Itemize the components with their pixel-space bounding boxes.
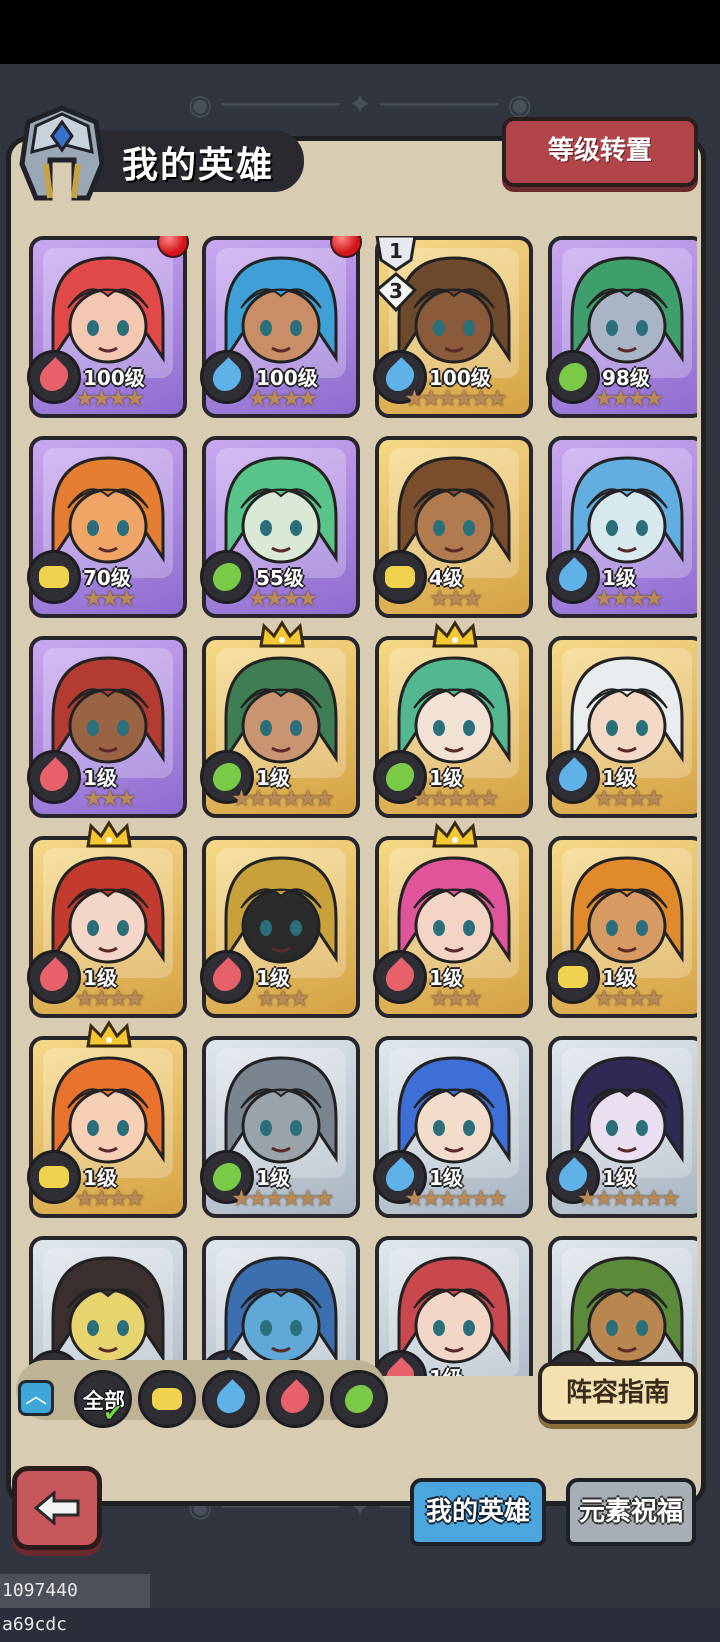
debug-overlay: 1097440 a69cdc bbox=[0, 1574, 150, 1635]
hero-card[interactable]: 1级 ★★★ bbox=[27, 636, 187, 818]
hero-stars: ★★★ bbox=[429, 586, 483, 612]
hero-card[interactable]: 1级 ★★★★ bbox=[27, 820, 187, 1018]
hero-stars: ★★★★ bbox=[247, 586, 318, 612]
hero-panel: 100级 ★★★★ 100级 ★★★★ 100级 ★★★★★★ 1 3 98级 ★★★★ 70级 ★★… bbox=[6, 136, 706, 1506]
hero-card[interactable]: 1级 ★★★ bbox=[200, 836, 360, 1018]
hero-stars: ★★★ bbox=[83, 786, 137, 812]
hero-card[interactable]: 1级 ★★★★ bbox=[546, 436, 697, 618]
hero-card[interactable]: 1级 ★★★★★★ bbox=[546, 1036, 697, 1218]
hero-stars: ★★★ bbox=[429, 986, 483, 1012]
hero-card[interactable]: 1级 ★★★ bbox=[373, 820, 533, 1018]
hero-card[interactable]: 1级 ★★★★★★ bbox=[200, 1036, 360, 1218]
crown-icon bbox=[431, 820, 479, 850]
hero-card[interactable]: 1级 bbox=[27, 1236, 187, 1376]
tab-element-blessing[interactable]: 元素祝福 bbox=[566, 1478, 696, 1546]
hero-card[interactable]: 1级 ★★★★ bbox=[546, 636, 697, 818]
filter-all-button[interactable]: 全部 ✔ bbox=[74, 1370, 132, 1428]
hero-stars: ★★★★★★ bbox=[404, 386, 508, 412]
hero-grid: 100级 ★★★★ 100级 ★★★★ 100级 ★★★★★★ 1 3 98级 ★★★★ 70级 ★★… bbox=[25, 236, 697, 1376]
collapse-filter-button[interactable]: ︿ bbox=[18, 1380, 54, 1416]
panel-title: 我的英雄 bbox=[16, 104, 306, 204]
hero-stars: ★★★★★★ bbox=[231, 1186, 335, 1212]
hero-stars: ★★★★★★ bbox=[231, 786, 335, 812]
hero-card[interactable]: 70级 ★★★ bbox=[27, 436, 187, 618]
hero-card[interactable]: 100级 ★★★★ bbox=[27, 236, 189, 418]
hero-stars: ★★★★★★ bbox=[404, 1186, 508, 1212]
hero-card[interactable]: 1级 ★★★★ bbox=[27, 1020, 187, 1218]
hero-card[interactable]: 1级 ★★★★ bbox=[546, 836, 697, 1018]
lineup-guide-button[interactable]: 阵容指南 bbox=[538, 1362, 698, 1424]
hero-stars: ★★★ bbox=[256, 986, 310, 1012]
hero-stars: ★★★★ bbox=[593, 786, 664, 812]
hero-stars: ★★★★ bbox=[593, 586, 664, 612]
back-arrow-icon bbox=[34, 1491, 80, 1525]
hero-card[interactable]: 4级 ★★★ bbox=[373, 436, 533, 618]
hero-card[interactable]: 100级 ★★★★★★ 1 3 bbox=[373, 236, 533, 418]
hero-card[interactable]: 1级 ★★★★★★ bbox=[200, 620, 360, 818]
checkmark-icon: ✔ bbox=[103, 1399, 124, 1427]
hero-stars: ★★★★ bbox=[593, 386, 664, 412]
hero-level-bar: 1级 bbox=[387, 1362, 527, 1376]
hero-card[interactable]: 1级 ★★★★★★ bbox=[373, 1036, 533, 1218]
hero-card[interactable]: 1级 bbox=[200, 1236, 360, 1376]
hero-stars: ★★★★★ bbox=[412, 786, 499, 812]
crown-icon bbox=[85, 820, 133, 850]
level-transfer-button[interactable]: 等级转置 bbox=[502, 117, 698, 187]
rank-badge-bottom: 3 bbox=[389, 279, 403, 303]
hero-grid-viewport[interactable]: 100级 ★★★★ 100级 ★★★★ 100级 ★★★★★★ 1 3 98级 ★★★★ 70级 ★★… bbox=[25, 236, 697, 1376]
tab-my-heroes[interactable]: 我的英雄 bbox=[410, 1478, 546, 1546]
hero-card[interactable]: 1级 bbox=[546, 1236, 697, 1376]
filter-wind-button[interactable] bbox=[330, 1370, 388, 1428]
hero-card[interactable]: 1级 bbox=[373, 1236, 533, 1376]
hero-card[interactable]: 1级 ★★★★★ bbox=[373, 620, 533, 818]
filter-fire-button[interactable] bbox=[266, 1370, 324, 1428]
wind-element-icon bbox=[335, 1375, 383, 1423]
water-element-icon bbox=[207, 1375, 255, 1423]
filter-water-button[interactable] bbox=[202, 1370, 260, 1428]
hero-stars: ★★★★ bbox=[74, 386, 145, 412]
hero-card[interactable]: 55级 ★★★★ bbox=[200, 436, 360, 618]
hero-stars: ★★★ bbox=[83, 586, 137, 612]
hero-card[interactable]: 100级 ★★★★ bbox=[200, 236, 362, 418]
hero-stars: ★★★★★★ bbox=[577, 1186, 681, 1212]
earth-element-icon bbox=[143, 1375, 191, 1423]
rank-badge: 13 bbox=[373, 236, 419, 316]
crown-icon bbox=[258, 620, 306, 650]
filter-earth-button[interactable] bbox=[138, 1370, 196, 1428]
hero-stars: ★★★★ bbox=[74, 986, 145, 1012]
hero-stars: ★★★★ bbox=[247, 386, 318, 412]
back-button[interactable] bbox=[12, 1466, 102, 1550]
rank-badge-top: 1 bbox=[389, 239, 403, 263]
crown-icon bbox=[431, 620, 479, 650]
hero-stars: ★★★★ bbox=[593, 986, 664, 1012]
hero-card[interactable]: 98级 ★★★★ bbox=[546, 236, 697, 418]
status-bar bbox=[0, 0, 720, 64]
hero-stars: ★★★★ bbox=[74, 1186, 145, 1212]
page-title: 我的英雄 bbox=[122, 145, 275, 186]
helmet-icon bbox=[19, 105, 105, 201]
fire-element-icon bbox=[271, 1375, 319, 1423]
hero-level: 1级 bbox=[429, 1362, 463, 1376]
crown-icon bbox=[85, 1020, 133, 1050]
